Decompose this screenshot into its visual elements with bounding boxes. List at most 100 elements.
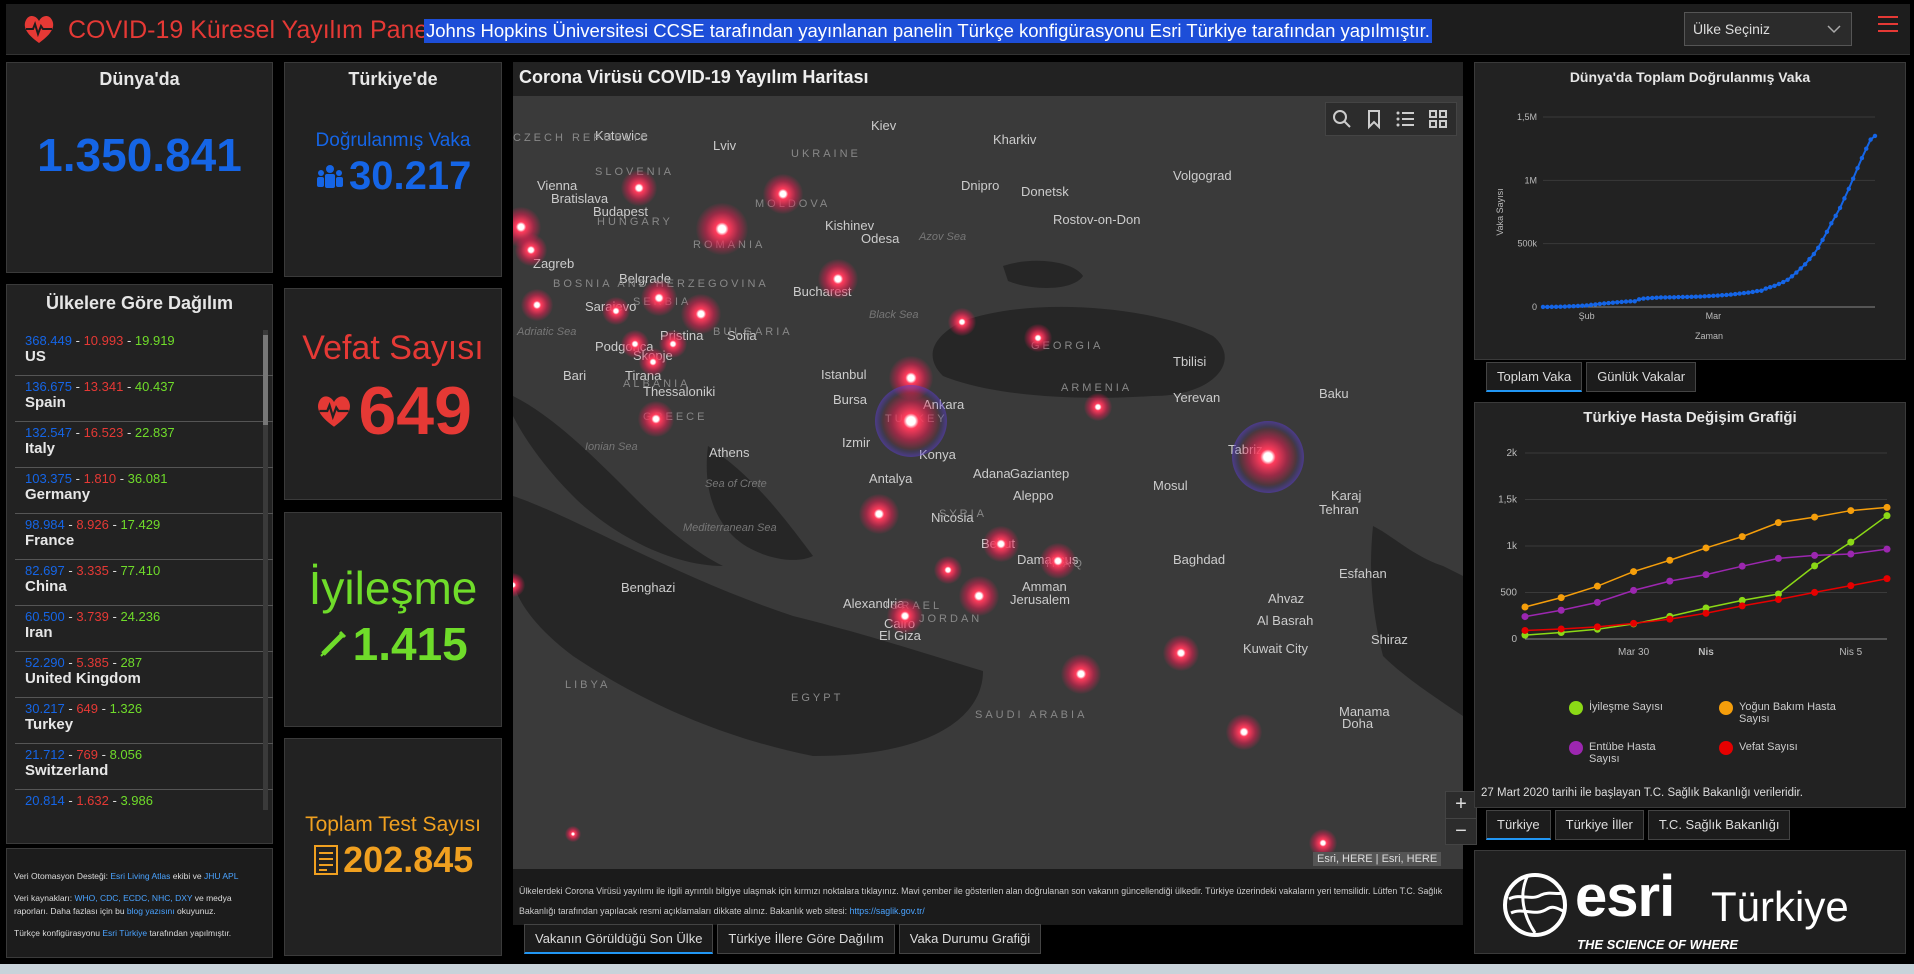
case-marker[interactable] [818, 259, 858, 299]
search-icon[interactable] [1326, 103, 1358, 135]
world-chart-tab[interactable]: Toplam Vaka [1486, 362, 1583, 392]
country-row[interactable]: 98.984 - 8.926 - 17.429 France [15, 514, 273, 560]
case-marker[interactable] [1061, 654, 1101, 694]
case-marker[interactable] [1163, 635, 1199, 671]
case-marker[interactable] [639, 348, 667, 376]
world-chart-tab[interactable]: Günlük Vakalar [1586, 362, 1697, 392]
data-point [1593, 302, 1598, 307]
case-marker[interactable] [959, 576, 999, 616]
country-row[interactable]: 21.712 - 769 - 8.056 Switzerland [15, 744, 273, 790]
case-marker[interactable] [859, 494, 899, 534]
x-tick-label: Mar [1706, 311, 1722, 321]
case-marker[interactable] [621, 170, 657, 206]
data-point [1829, 221, 1834, 226]
case-marker[interactable] [681, 294, 721, 334]
syringe-icon [320, 630, 347, 657]
sources-link[interactable]: WHO, CDC, ECDC, NHC, DXY [74, 893, 192, 903]
case-marker[interactable] [948, 308, 976, 336]
map-view[interactable]: Katowice Lviv Kiev Kharkiv Volgograd Vienna Br… [513, 96, 1463, 869]
hamburger-menu-icon[interactable] [1878, 16, 1898, 36]
esri-turkiye-link[interactable]: Esri Türkiye [102, 928, 147, 938]
data-point [1711, 293, 1716, 299]
data-point [1632, 299, 1637, 304]
case-marker[interactable] [983, 526, 1019, 562]
data-point [1593, 623, 1601, 631]
blog-link[interactable]: blog yazısını [127, 906, 175, 916]
data-point [1540, 304, 1546, 310]
data-point [1772, 283, 1777, 288]
recovered-value: 1.415 [352, 618, 468, 670]
country-row[interactable]: 132.547 - 16.523 - 22.837 Italy [15, 422, 273, 468]
case-marker[interactable] [521, 289, 553, 321]
country-row[interactable]: 103.375 - 1.810 - 36.081 Germany [15, 468, 273, 514]
country-row[interactable]: 20.814 - 1.632 - 3.986 [15, 790, 273, 810]
map-basemap [513, 96, 1463, 869]
data-point [1847, 507, 1855, 515]
brand-panel: esri Türkiye THE SCIENCE OF WHERE [1474, 850, 1906, 954]
turkey-chart-tab[interactable]: Türkiye İller [1554, 810, 1644, 840]
country-numbers: 368.449 - 10.993 - 19.919 [25, 333, 175, 348]
data-point [1702, 544, 1710, 552]
case-marker[interactable] [638, 401, 674, 437]
data-point [1698, 294, 1703, 299]
basemap-gallery-icon[interactable] [1422, 103, 1454, 135]
confirmed-label: Doğrulanmış Vaka [315, 130, 471, 151]
recovered-panel: İyileşme 1.415 [284, 512, 502, 727]
turkey-chart-tab[interactable]: Türkiye [1486, 810, 1551, 840]
y-tick-label: 500k [1517, 239, 1537, 249]
legend-label: Entübe Hasta Sayısı [1589, 741, 1656, 765]
city-label: Yerevan [1173, 390, 1221, 405]
country-list[interactable]: 368.449 - 10.993 - 19.919 US 136.675 - 13.… [15, 330, 273, 810]
country-row[interactable]: 368.449 - 10.993 - 19.919 US [15, 330, 273, 376]
data-point [1610, 300, 1616, 305]
country-numbers: 30.217 - 649 - 1.326 [25, 701, 143, 716]
data-point [1645, 296, 1651, 301]
country-row[interactable]: 60.500 - 3.739 - 24.236 Iran [15, 606, 273, 652]
bookmark-icon[interactable] [1358, 103, 1390, 135]
case-marker[interactable] [1226, 714, 1262, 750]
country-row[interactable]: 52.290 - 5.385 - 287 United Kingdom [15, 652, 273, 698]
case-marker[interactable] [763, 174, 803, 214]
country-label: SYRIA [939, 508, 988, 520]
case-marker[interactable] [515, 234, 547, 266]
case-marker[interactable] [641, 280, 677, 316]
case-marker[interactable] [602, 297, 630, 325]
data-point [1545, 304, 1550, 310]
world-chart-title: Dünya'da Toplam Doğrulanmış Vaka [1569, 69, 1811, 85]
data-point [1593, 582, 1601, 590]
case-marker[interactable] [565, 826, 581, 842]
case-marker[interactable] [1040, 543, 1076, 579]
living-atlas-link[interactable]: Esri Living Atlas [110, 871, 170, 881]
tests-value: 202.845 [343, 839, 474, 880]
country-row[interactable]: 82.697 - 3.335 - 77.410 China [15, 560, 273, 606]
city-label: Baghdad [1173, 552, 1226, 567]
country-select[interactable]: Ülke Seçiniz [1684, 12, 1852, 46]
country-row[interactable]: 30.217 - 649 - 1.326 Turkey [15, 698, 273, 744]
saglik-link[interactable]: https://saglik.gov.tr/ [850, 906, 925, 916]
map-tab[interactable]: Vaka Durumu Grafiği [898, 924, 1042, 954]
case-marker[interactable] [934, 556, 962, 584]
case-marker[interactable] [696, 203, 748, 255]
scrollbar[interactable] [263, 330, 268, 810]
data-point [1855, 165, 1860, 171]
map-tab[interactable]: Türkiye İllere Göre Dağılım [717, 924, 895, 954]
data-point [1846, 186, 1851, 192]
data-point [1588, 302, 1594, 308]
country-row[interactable]: 136.675 - 13.341 - 40.437 Spain [15, 376, 273, 422]
turkey-chart-tab[interactable]: T.C. Sağlık Bakanlığı [1647, 810, 1791, 840]
city-label: Mosul [1153, 478, 1188, 493]
map-tab[interactable]: Vakanın Görüldüğü Son Ülke [524, 924, 714, 954]
case-marker[interactable] [887, 598, 923, 634]
layer-list-icon[interactable] [1390, 103, 1422, 135]
data-point [1811, 251, 1817, 257]
data-point [1575, 303, 1581, 309]
city-label: Jerusalem [1010, 592, 1070, 607]
zoom-in-button[interactable]: + [1446, 792, 1476, 819]
heart-pulse-icon [24, 15, 54, 43]
deaths-value: 649 [358, 373, 472, 449]
city-label: Ahvaz [1268, 591, 1305, 606]
jhu-apl-link[interactable]: JHU APL [204, 871, 239, 881]
zoom-out-button[interactable]: − [1446, 819, 1476, 845]
case-marker[interactable] [1084, 393, 1112, 421]
case-marker[interactable] [1024, 324, 1052, 352]
